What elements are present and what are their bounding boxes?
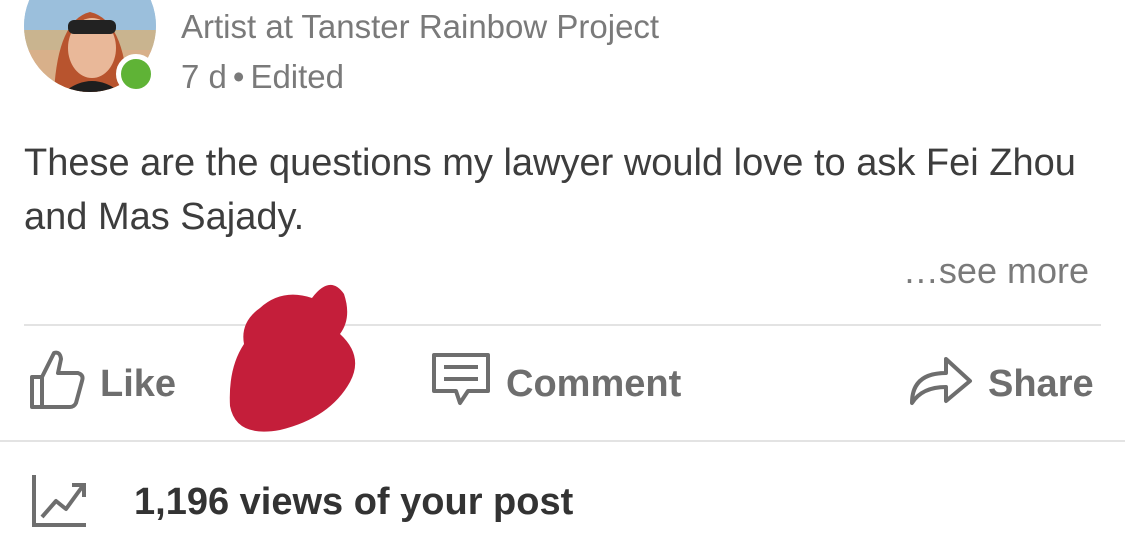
post-age: 7 d xyxy=(181,58,227,95)
comment-button[interactable]: Comment xyxy=(430,344,681,424)
post-meta: 7 d • Edited xyxy=(181,58,344,96)
share-arrow-icon xyxy=(906,351,974,417)
author-headline: Artist at Tanster Rainbow Project xyxy=(181,8,660,45)
analytics-chart-icon xyxy=(30,471,90,534)
comment-icon xyxy=(430,351,492,417)
thumbs-up-icon xyxy=(26,347,86,421)
like-button[interactable]: Like xyxy=(26,344,176,424)
red-annotation-mark xyxy=(220,278,370,443)
share-button[interactable]: Share xyxy=(906,344,1094,424)
comment-label: Comment xyxy=(506,362,682,405)
divider xyxy=(24,324,1101,326)
like-label: Like xyxy=(100,362,177,405)
see-more-link[interactable]: …see more xyxy=(903,250,1089,292)
share-label: Share xyxy=(988,362,1094,405)
views-count: 1,196 views of your post xyxy=(134,480,574,523)
post-text: These are the questions my lawyer would … xyxy=(24,142,1076,238)
online-status-indicator xyxy=(116,54,156,94)
divider xyxy=(0,440,1125,442)
meta-separator: • xyxy=(232,58,245,95)
edited-label: Edited xyxy=(250,58,345,95)
post-analytics-row[interactable]: 1,196 views of your post xyxy=(30,472,573,532)
